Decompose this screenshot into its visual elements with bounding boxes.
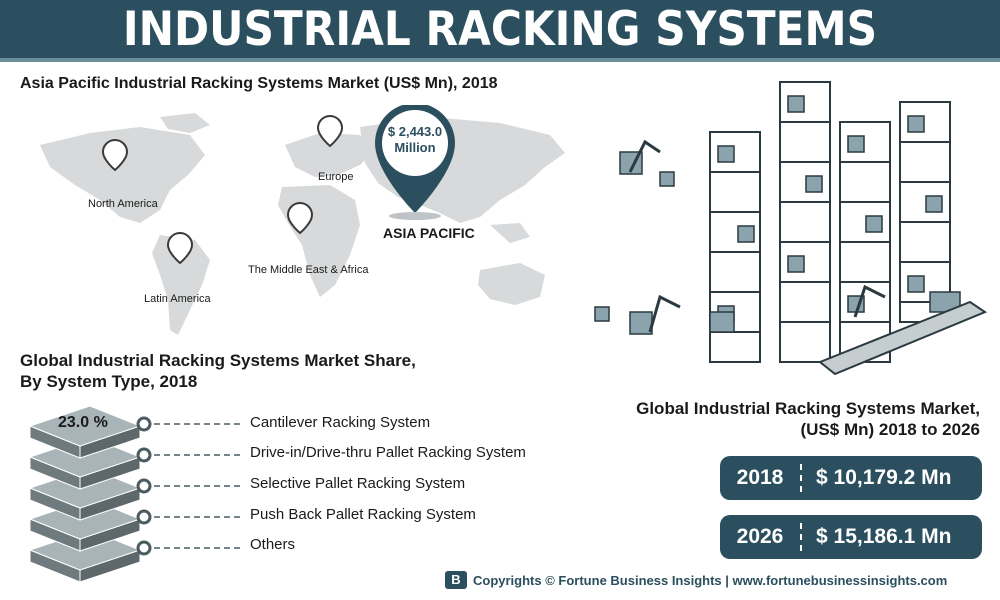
forecast-heading-line1: Global Industrial Racking Systems Market…: [636, 399, 980, 418]
asia-pacific-unit: Million: [394, 140, 436, 155]
forecast-row-2026: 2026 $ 15,186.1 Mn: [720, 515, 982, 559]
segment-label-selective: Selective Pallet Racking System: [250, 475, 466, 492]
conveyor-icon: [818, 300, 988, 376]
asia-pacific-amount: $ 2,443.0: [387, 124, 443, 139]
robot-arm-icon: [628, 139, 886, 333]
label-north-america: North America: [88, 198, 158, 210]
forecast-year: 2018: [736, 466, 784, 489]
segment-label-cantilever: Cantilever Racking System: [250, 414, 431, 431]
segment-label-drive-in: Drive-in/Drive-thru Pallet Racking Syste…: [250, 444, 526, 461]
asia-pacific-value: $ 2,443.0 Million: [378, 124, 452, 156]
forecast-value: $ 10,179.2 Mn: [816, 466, 952, 489]
segment-label-others: Others: [250, 536, 296, 553]
share-heading: Global Industrial Racking Systems Market…: [20, 350, 490, 392]
top-share-value: 23.0 %: [58, 414, 108, 431]
world-map: [40, 105, 565, 335]
footer-text[interactable]: Copyrights © Fortune Business Insights |…: [473, 573, 947, 588]
forecast-heading-line2: (US$ Mn) 2018 to 2026: [800, 420, 980, 439]
segment-marker-icon: [136, 447, 152, 463]
asia-pacific-label: ASIA PACIFIC: [383, 225, 475, 241]
label-latin-america: Latin America: [144, 293, 211, 305]
share-heading-line2: By System Type, 2018: [20, 372, 198, 391]
map-heading: Asia Pacific Industrial Racking Systems …: [20, 75, 498, 92]
warehouse-illustration: [594, 81, 988, 376]
forecast-value: $ 15,186.1 Mn: [816, 525, 952, 548]
segment-marker-icon: [136, 540, 152, 556]
map-australia: [478, 263, 545, 305]
map-africa: [278, 185, 360, 297]
footer: B Copyrights © Fortune Business Insights…: [445, 570, 990, 590]
label-middle-east-africa: The Middle East & Africa: [248, 264, 369, 276]
share-heading-line1: Global Industrial Racking Systems Market…: [20, 351, 416, 370]
forecast-heading: Global Industrial Racking Systems Market…: [590, 398, 980, 440]
label-europe: Europe: [318, 171, 354, 183]
segment-marker-icon: [136, 509, 152, 525]
segment-marker-icon: [136, 478, 152, 494]
segment-marker-icon: [136, 416, 152, 432]
forecast-row-2018: 2018 $ 10,179.2 Mn: [720, 456, 982, 500]
segment-label-push-back: Push Back Pallet Racking System: [250, 506, 476, 523]
fortune-logo-icon: B: [445, 571, 467, 589]
forecast-year: 2026: [736, 525, 784, 548]
